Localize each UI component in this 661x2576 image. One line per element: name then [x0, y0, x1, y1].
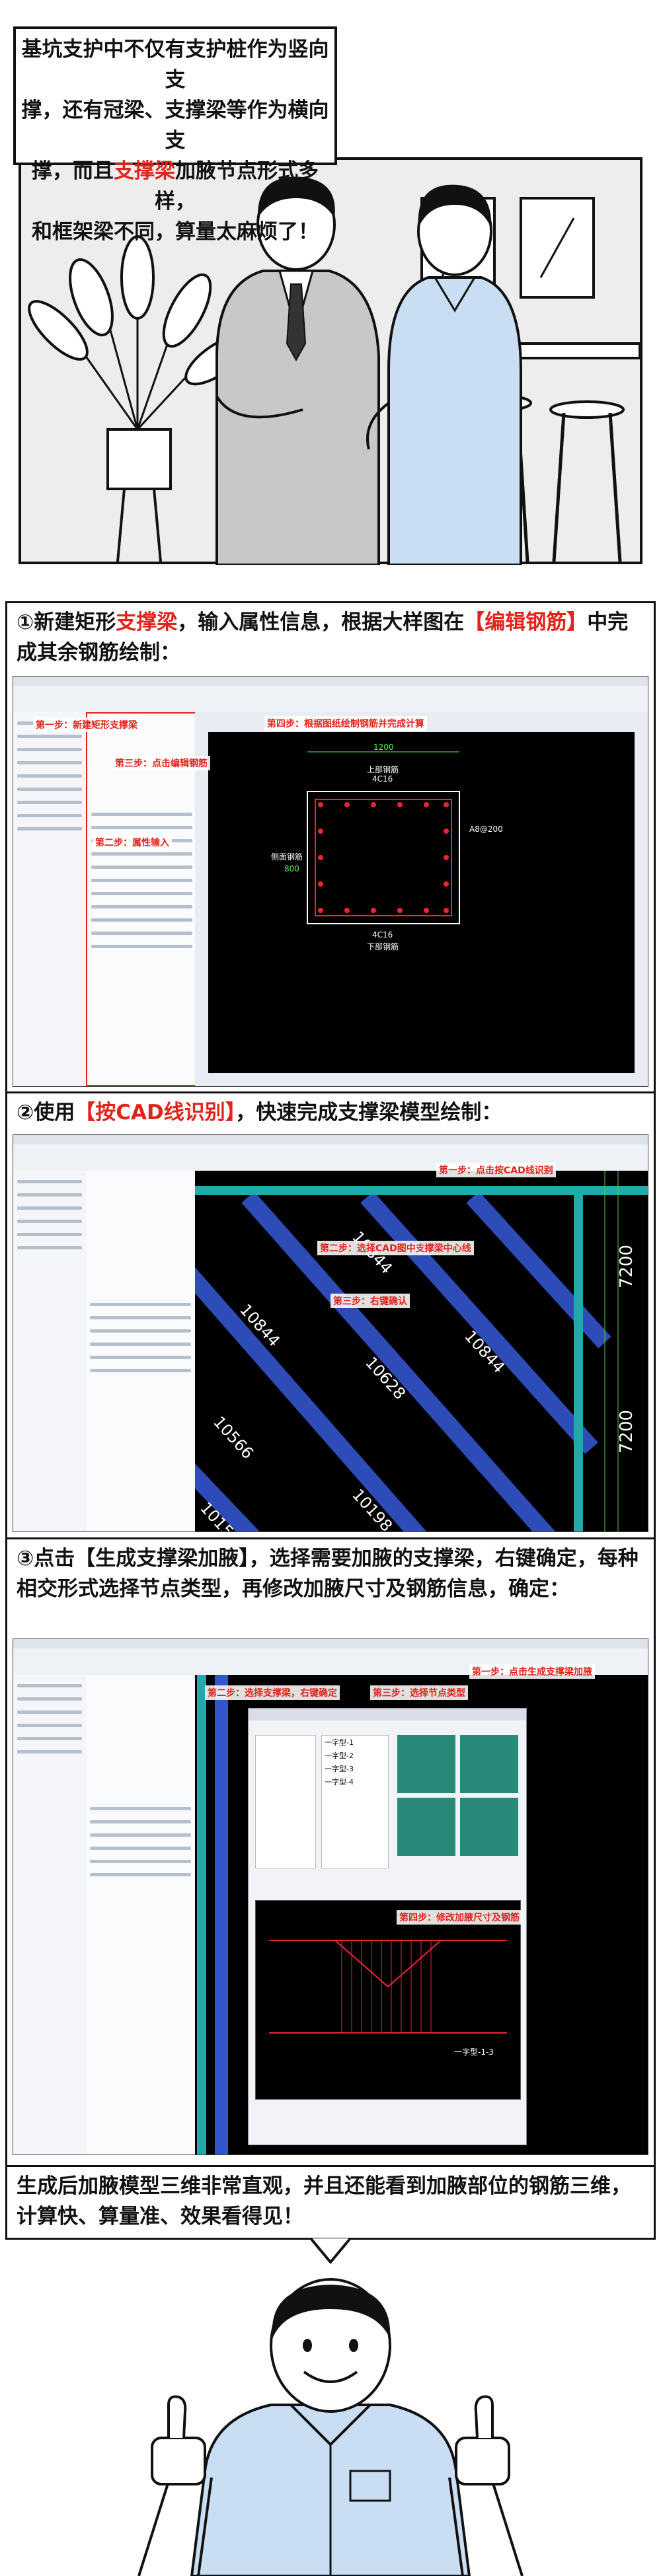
nav-tree[interactable]	[13, 1675, 87, 2154]
step1-panel: ①新建矩形支撑梁，输入属性信息，根据大样图在【编辑钢筋】中完成其余钢筋绘制： 1…	[5, 601, 656, 1093]
speech-line-1: 基坑支护中不仅有支护桩作为竖向支	[21, 38, 329, 92]
step3-heading: ③点击【生成支撑梁加腋】，选择需要加腋的支撑梁，右键确定，每种相交形式选择节点类…	[17, 1547, 639, 1601]
step2-screenshot: 10844 10844 10566 10628 10844 10156 1019…	[13, 1134, 648, 1532]
step-note: 第二步：选择支撑梁，右键确定	[205, 1685, 340, 1700]
node-type-option[interactable]: 一字型-2	[322, 1749, 388, 1762]
step-note: 第三步：右键确认	[330, 1294, 410, 1308]
bottom-rebar-spec: 4C16	[372, 930, 393, 939]
step2-panel: ②使用【按CAD线识别】，快速完成支撑梁模型绘制： 10844 10566 10…	[5, 1093, 656, 1539]
beam-section-drawing	[307, 751, 460, 924]
cad-beam-lines	[195, 1171, 648, 1531]
person-icon	[190, 2278, 471, 2576]
speech-line-3: 撑，而且支撑梁加腋节点形式多样，	[32, 159, 319, 213]
thumbs-up-icon	[137, 2395, 213, 2576]
conclusion-panel: 生成后加腋模型三维非常直观，并且还能看到加腋部位的钢筋三维，计算快、算量准、效果…	[5, 2167, 656, 2240]
step2-heading: ②使用【按CAD线识别】，快速完成支撑梁模型绘制：	[17, 1101, 502, 1124]
conclusion-text: 生成后加腋模型三维非常直观，并且还能看到加腋部位的钢筋三维，计算快、算量准、效果…	[17, 2174, 631, 2228]
top-rebar-spec: 4C16	[372, 774, 393, 784]
step1-heading: ①新建矩形支撑梁，输入属性信息，根据大样图在【编辑钢筋】中完成其余钢筋绘制：	[17, 610, 629, 665]
property-panel[interactable]	[86, 1171, 196, 1531]
speech-line-4: 和框架梁不同，算量太麻烦了！	[32, 220, 319, 244]
bubble-tail	[311, 2237, 350, 2263]
nav-tree[interactable]	[13, 712, 87, 1086]
step-note: 第四步：根据图纸绘制钢筋并完成计算	[264, 716, 427, 731]
haunch-drawing	[269, 1940, 507, 2034]
length-label: 7200	[617, 1244, 637, 1289]
thumbs-up-icon	[448, 2395, 524, 2576]
top-rebar-label: 上部钢筋	[367, 765, 399, 774]
presenter-character	[137, 2278, 524, 2576]
node-type-option[interactable]: 一字型-3	[322, 1762, 388, 1775]
node-type-option[interactable]: 一字型-1	[322, 1736, 388, 1749]
dimension-label: 1200	[373, 743, 394, 752]
side-rebar-label: 侧面钢筋	[271, 852, 303, 862]
comic-top: 基坑支护中不仅有支护桩作为竖向支 撑，还有冠梁、支撑梁等作为横向支 撑，而且支撑…	[13, 0, 642, 566]
length-label: 7200	[617, 1409, 637, 1454]
step1-screenshot: 1200 上部钢筋 4C16 A8@200 4C16 下部钢筋 侧面钢筋 800…	[13, 676, 648, 1087]
step-note: 第一步：新建矩形支撑梁	[33, 718, 140, 732]
speech-bubble: 基坑支护中不仅有支护桩作为竖向支 撑，还有冠梁、支撑梁等作为横向支 撑，而且支撑…	[13, 26, 337, 244]
step-note: 第二步：选择CAD图中支撑梁中心线	[317, 1241, 474, 1255]
step-note: 第三步：点击编辑钢筋	[112, 756, 210, 770]
step3-screenshot: 一字型-1 一字型-2 一字型-3 一字型-4 一字型-1-3 第一步：点击生成…	[13, 1638, 648, 2155]
bottom-rebar-label: 下部钢筋	[367, 942, 399, 951]
step-note: 第二步：属性输入	[93, 835, 172, 850]
cad-canvas[interactable]: 10844 10844 10566 10628 10844 10156 1019…	[195, 1171, 648, 1531]
rebar-editor[interactable]: 1200 上部钢筋 4C16 A8@200 4C16 下部钢筋 侧面钢筋 800	[195, 712, 648, 1086]
toolbar	[13, 677, 648, 713]
step-note: 第三步：选择节点类型	[370, 1685, 468, 1700]
speech-line-2: 撑，还有冠梁、支撑梁等作为横向支	[21, 98, 329, 153]
node-type-label: 一字型-1-3	[454, 2047, 494, 2057]
stirrup-label: A8@200	[469, 825, 503, 834]
step3-panel: ③点击【生成支撑梁加腋】，选择需要加腋的支撑梁，右键确定，每种相交形式选择节点类…	[5, 1539, 656, 2167]
nav-tree[interactable]	[13, 1171, 87, 1531]
height-dim-label: 800	[284, 864, 299, 873]
node-type-option[interactable]: 一字型-4	[322, 1775, 388, 1788]
node-dialog[interactable]: 一字型-1 一字型-2 一字型-3 一字型-4 一字型-1-3	[248, 1708, 527, 2145]
property-panel[interactable]	[86, 1675, 196, 2154]
step-note: 第四步：修改加腋尺寸及钢筋	[397, 1910, 522, 1925]
step-note: 第一步：点击按CAD线识别	[436, 1163, 556, 1177]
step-note: 第一步：点击生成支撑梁加腋	[469, 1664, 595, 1679]
